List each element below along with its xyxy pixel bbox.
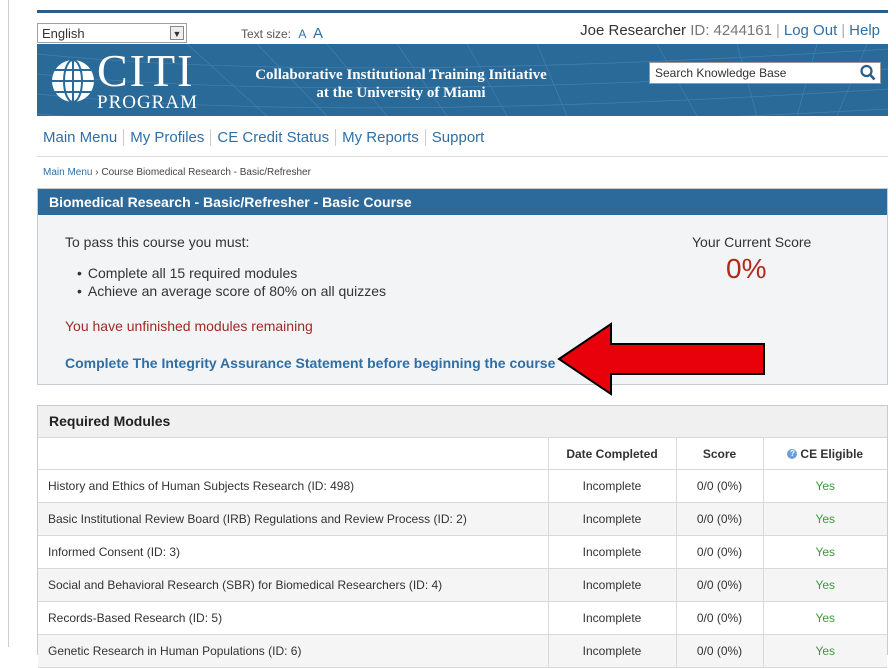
- module-ce-eligible: Yes: [762, 535, 887, 569]
- required-modules-panel: Required Modules Date Completed Score ? C…: [37, 405, 888, 668]
- table-row: History and Ethics of Human Subjects Res…: [38, 469, 887, 503]
- logo-subtext: PROGRAM: [97, 92, 198, 113]
- unfinished-notice: You have unfinished modules remaining: [65, 318, 313, 334]
- module-date: Incomplete: [547, 469, 676, 503]
- main-nav: Main Menu My Profiles CE Credit Status My R…: [37, 129, 490, 146]
- breadcrumb-main-menu[interactable]: Main Menu: [43, 167, 92, 178]
- col-module: [38, 438, 548, 470]
- module-name[interactable]: Genetic Research in Human Populations (I…: [38, 634, 548, 668]
- user-name: Joe Researcher: [580, 22, 687, 39]
- required-modules-heading: Required Modules: [38, 406, 887, 438]
- module-date: Incomplete: [547, 634, 676, 668]
- module-score: 0/0 (0%): [675, 535, 763, 569]
- course-title: Biomedical Research - Basic/Refresher - …: [38, 189, 887, 215]
- language-value: English: [42, 26, 85, 41]
- red-arrow-annotation: [557, 322, 765, 396]
- requirements-label: To pass this course you must:: [65, 234, 250, 250]
- nav-ce-credit-status[interactable]: CE Credit Status: [210, 129, 335, 146]
- breadcrumb-current: Course Biomedical Research - Basic/Refre…: [101, 167, 311, 178]
- banner-title-line1: Collaborative Institutional Training Ini…: [255, 67, 547, 83]
- logo-text: CITI: [97, 45, 195, 96]
- nav-support[interactable]: Support: [424, 129, 491, 146]
- top-strip: [0, 0, 896, 13]
- table-row: Records-Based Research (ID: 5) Incomplet…: [38, 601, 887, 635]
- module-score: 0/0 (0%): [675, 634, 763, 668]
- logout-link[interactable]: Log Out: [784, 22, 837, 39]
- module-date: Incomplete: [547, 502, 676, 536]
- module-ce-eligible: Yes: [762, 502, 887, 536]
- header-banner: CITI PROGRAM Collaborative Institutional…: [37, 44, 888, 116]
- info-icon[interactable]: ?: [787, 449, 798, 460]
- current-score-label: Your Current Score: [692, 234, 812, 250]
- module-name[interactable]: History and Ethics of Human Subjects Res…: [38, 469, 548, 503]
- banner-title-line2: at the University of Miami: [316, 85, 486, 101]
- module-date: Incomplete: [547, 535, 676, 569]
- col-score: Score: [675, 438, 763, 470]
- text-size-label: Text size:: [241, 27, 292, 41]
- nav-my-reports[interactable]: My Reports: [335, 129, 425, 146]
- module-name[interactable]: Informed Consent (ID: 3): [38, 535, 548, 569]
- language-select[interactable]: English ▼: [37, 23, 187, 43]
- module-ce-eligible: Yes: [762, 634, 887, 668]
- module-score: 0/0 (0%): [675, 568, 763, 602]
- table-row: Basic Institutional Review Board (IRB) R…: [38, 502, 887, 536]
- module-score: 0/0 (0%): [675, 502, 763, 536]
- table-row: Social and Behavioral Research (SBR) for…: [38, 568, 887, 602]
- globe-icon: [52, 59, 94, 103]
- current-score-value: 0%: [726, 253, 767, 284]
- banner-title: Collaborative Institutional Training Ini…: [231, 66, 571, 102]
- module-name[interactable]: Basic Institutional Review Board (IRB) R…: [38, 502, 548, 536]
- module-name[interactable]: Social and Behavioral Research (SBR) for…: [38, 568, 548, 602]
- chevron-down-icon[interactable]: ▼: [170, 26, 184, 40]
- col-date-completed: Date Completed: [547, 438, 676, 470]
- modules-table: Date Completed Score ? CE Eligible Histor…: [38, 438, 887, 668]
- search-placeholder: Search Knowledge Base: [655, 66, 787, 80]
- module-ce-eligible: Yes: [762, 469, 887, 503]
- user-id: ID: 4244161: [690, 22, 772, 39]
- nav-main-menu[interactable]: Main Menu: [37, 129, 123, 146]
- requirement-item: Complete all 15 required modules: [88, 264, 386, 282]
- table-row: Genetic Research in Human Populations (I…: [38, 634, 887, 668]
- user-bar: Joe Researcher ID: 4244161 | Log Out | Help: [580, 22, 880, 39]
- text-size-large-button[interactable]: A: [313, 25, 323, 42]
- breadcrumb-separator: ›: [95, 167, 99, 178]
- module-date: Incomplete: [547, 601, 676, 635]
- nav-my-profiles[interactable]: My Profiles: [123, 129, 210, 146]
- knowledge-base-search[interactable]: Search Knowledge Base: [649, 62, 881, 84]
- search-icon[interactable]: [860, 64, 876, 82]
- module-score: 0/0 (0%): [675, 601, 763, 635]
- text-size-small-button[interactable]: A: [298, 27, 305, 41]
- nav-divider: [37, 156, 888, 157]
- requirement-item: Achieve an average score of 80% on all q…: [88, 282, 386, 300]
- module-name[interactable]: Records-Based Research (ID: 5): [38, 601, 548, 635]
- module-date: Incomplete: [547, 568, 676, 602]
- top-bar: English ▼ Text size: A A Joe Researcher …: [37, 20, 888, 44]
- help-link[interactable]: Help: [849, 22, 880, 39]
- requirements-list: Complete all 15 required modules Achieve…: [88, 264, 386, 300]
- table-row: Informed Consent (ID: 3) Incomplete 0/0 …: [38, 535, 887, 569]
- table-header: Date Completed Score ? CE Eligible: [38, 438, 887, 470]
- text-size-control: Text size: A A: [241, 25, 323, 42]
- window-edge: [8, 0, 9, 647]
- module-ce-eligible: Yes: [762, 601, 887, 635]
- integrity-statement-link[interactable]: Complete The Integrity Assurance Stateme…: [65, 355, 555, 371]
- breadcrumb: Main Menu › Course Biomedical Research -…: [43, 167, 311, 178]
- module-score: 0/0 (0%): [675, 469, 763, 503]
- module-ce-eligible: Yes: [762, 568, 887, 602]
- col-ce-eligible: ? CE Eligible: [762, 438, 887, 470]
